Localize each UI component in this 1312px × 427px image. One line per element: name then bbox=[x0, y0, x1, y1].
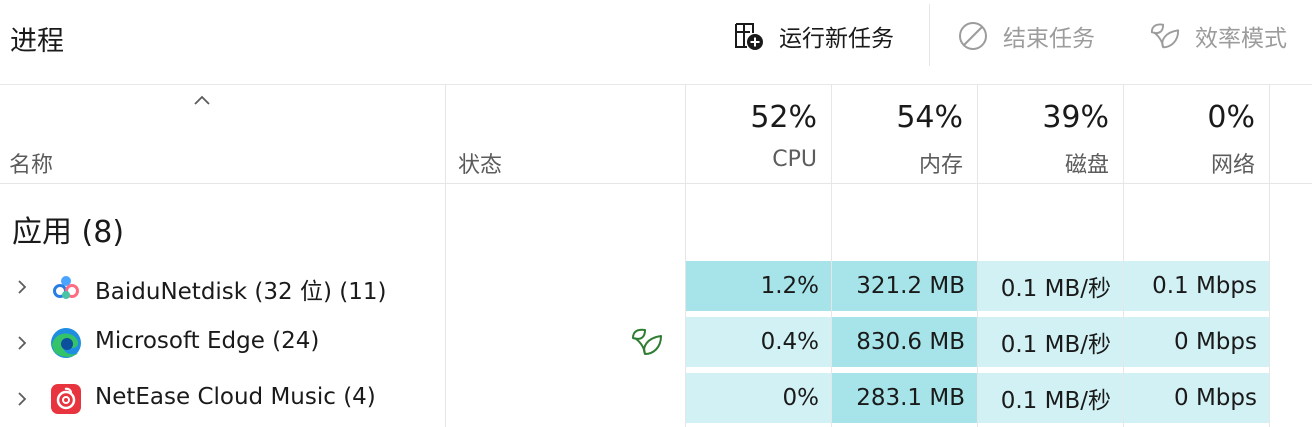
disk-cell: 0.1 MB/秒 bbox=[978, 317, 1123, 367]
chevron-right-icon[interactable] bbox=[14, 335, 30, 351]
new-task-icon bbox=[735, 23, 763, 50]
network-percent[interactable]: 0% bbox=[1124, 100, 1255, 135]
chevron-right-icon[interactable] bbox=[14, 391, 30, 407]
column-header-name[interactable]: 名称 bbox=[9, 147, 53, 179]
netease-music-icon bbox=[51, 384, 81, 414]
network-cell: 0.1 Mbps bbox=[1124, 261, 1269, 311]
disk-cell: 0.1 MB/秒 bbox=[978, 261, 1123, 311]
efficiency-mode-button[interactable]: 效率模式 bbox=[1149, 18, 1287, 54]
group-title-apps[interactable]: 应用 (8) bbox=[12, 207, 124, 251]
chevron-right-icon[interactable] bbox=[14, 279, 30, 295]
column-header-disk[interactable]: 磁盘 bbox=[978, 147, 1109, 179]
memory-cell: 830.6 MB bbox=[832, 317, 977, 367]
cpu-percent[interactable]: 52% bbox=[686, 100, 817, 135]
efficiency-leaf-icon bbox=[632, 328, 662, 355]
end-task-button[interactable]: 结束任务 bbox=[957, 18, 1095, 54]
network-cell: 0 Mbps bbox=[1124, 317, 1269, 367]
toolbar-separator bbox=[929, 4, 930, 66]
end-task-label: 结束任务 bbox=[1003, 26, 1095, 52]
memory-percent[interactable]: 54% bbox=[832, 100, 963, 135]
prohibited-icon bbox=[959, 22, 987, 50]
memory-cell: 321.2 MB bbox=[832, 261, 977, 311]
disk-percent[interactable]: 39% bbox=[978, 100, 1109, 135]
cpu-cell: 1.2% bbox=[686, 261, 831, 311]
process-name: NetEase Cloud Music (4) bbox=[95, 384, 376, 410]
column-header-memory[interactable]: 内存 bbox=[832, 147, 963, 179]
sort-ascending-icon[interactable] bbox=[192, 93, 212, 107]
toolbar: 进程 运行新任务 结束任务 效率模式 bbox=[0, 0, 1312, 85]
page-title: 进程 bbox=[10, 26, 64, 57]
process-name: BaiduNetdisk (32 位) (11) bbox=[95, 279, 387, 305]
run-new-task-label: 运行新任务 bbox=[779, 26, 894, 52]
efficiency-mode-label: 效率模式 bbox=[1195, 26, 1287, 52]
column-header-status[interactable]: 状态 bbox=[458, 147, 502, 179]
cpu-cell: 0.4% bbox=[686, 317, 831, 367]
leaf-icon bbox=[1150, 23, 1180, 49]
cpu-cell: 0% bbox=[686, 373, 831, 423]
run-new-task-button[interactable]: 运行新任务 bbox=[733, 18, 894, 54]
edge-icon bbox=[51, 328, 81, 358]
column-header-network[interactable]: 网络 bbox=[1124, 147, 1255, 179]
disk-cell: 0.1 MB/秒 bbox=[978, 373, 1123, 423]
column-header-cpu[interactable]: CPU bbox=[686, 147, 817, 172]
network-cell: 0 Mbps bbox=[1124, 373, 1269, 423]
process-name: Microsoft Edge (24) bbox=[95, 328, 320, 354]
baidu-netdisk-icon bbox=[53, 276, 79, 299]
memory-cell: 283.1 MB bbox=[832, 373, 977, 423]
